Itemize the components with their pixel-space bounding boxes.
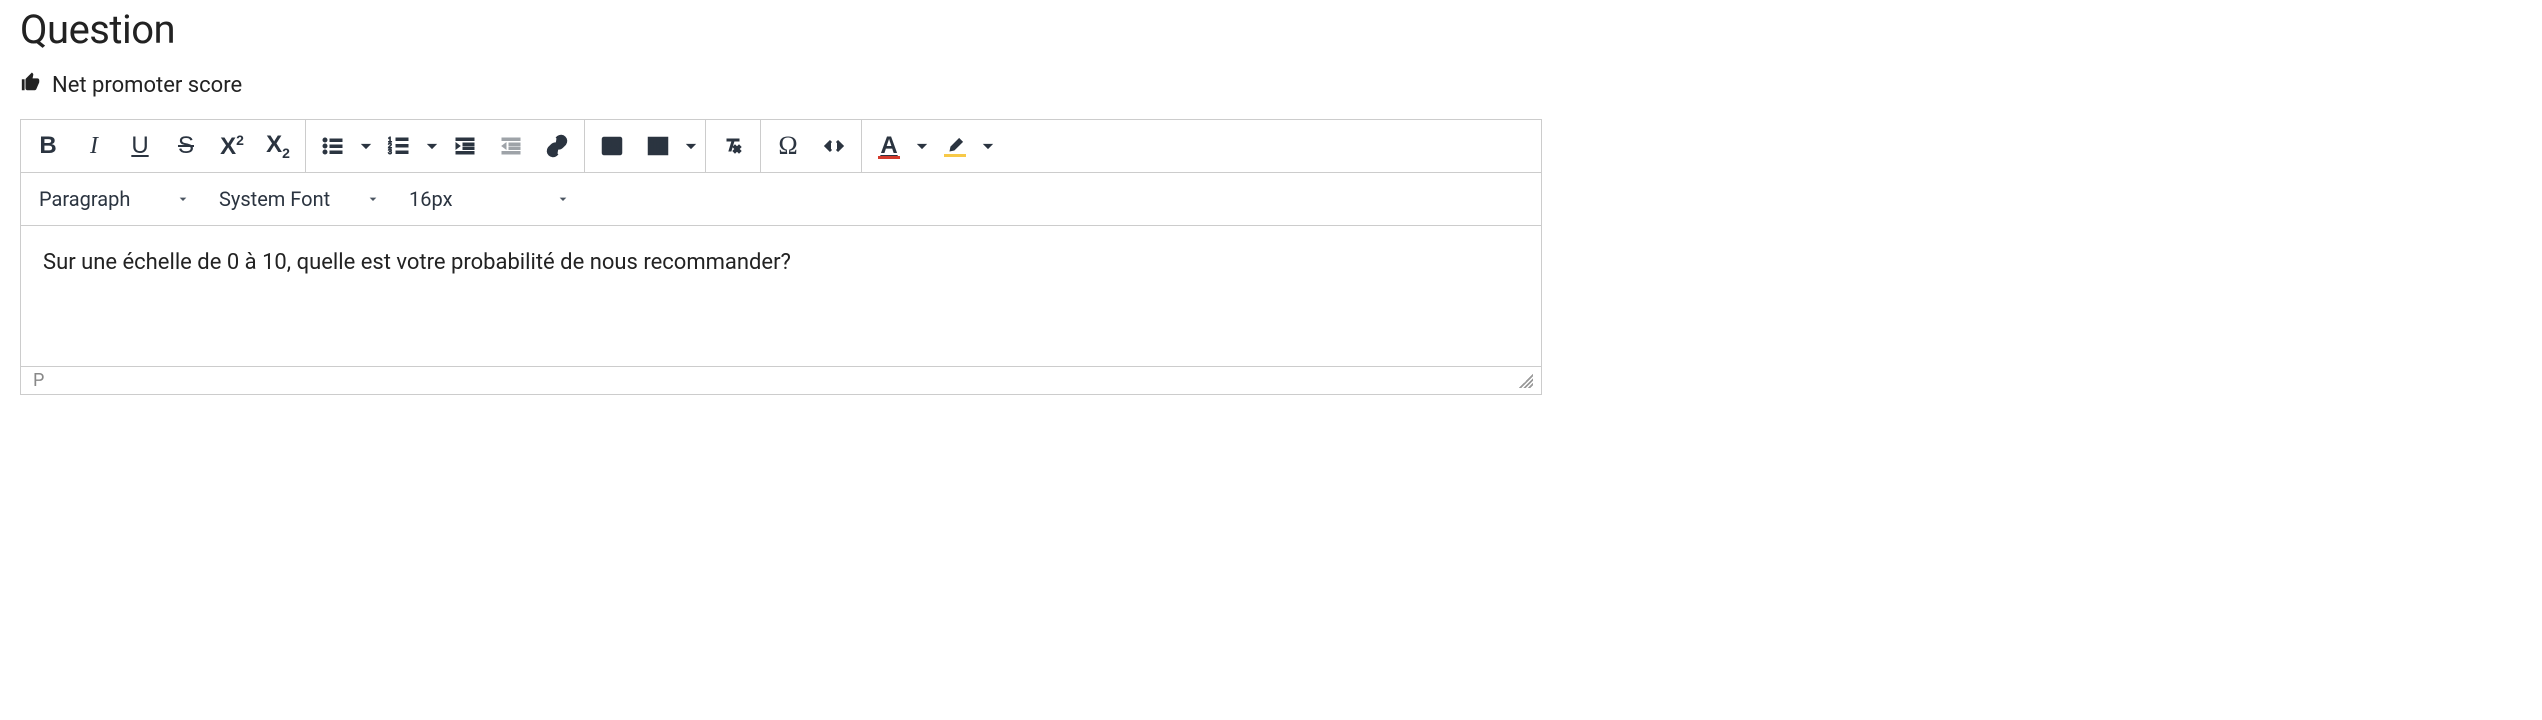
bullet-list-dropdown[interactable] <box>356 134 376 158</box>
image-button[interactable] <box>589 126 635 166</box>
statusbar: P <box>21 366 1541 394</box>
highlight-color-dropdown[interactable] <box>978 134 998 158</box>
strikethrough-button[interactable]: S <box>163 126 209 166</box>
numbered-list-dropdown[interactable] <box>422 134 442 158</box>
link-button[interactable] <box>534 126 580 166</box>
indent-button[interactable] <box>442 126 488 166</box>
editor-content[interactable]: Sur une échelle de 0 à 10, quelle est vo… <box>21 226 1541 366</box>
special-character-button[interactable]: Ω <box>765 126 811 166</box>
text-color-button[interactable]: A <box>866 126 912 166</box>
superscript-button[interactable]: X2 <box>209 126 255 166</box>
highlight-color-swatch <box>944 154 966 157</box>
page-title: Question <box>20 6 2522 53</box>
question-type-label: Net promoter score <box>52 73 242 98</box>
outdent-button[interactable] <box>488 126 534 166</box>
numbered-list-button[interactable]: 123 <box>376 126 422 166</box>
element-path[interactable]: P <box>33 370 44 391</box>
toolbar-row-1: B I U S X2 X2 123 <box>21 120 1541 173</box>
italic-button[interactable]: I <box>71 126 117 166</box>
table-dropdown[interactable] <box>681 134 701 158</box>
svg-text:3: 3 <box>388 149 392 156</box>
text-color-dropdown[interactable] <box>912 134 932 158</box>
toolbar-row-2: Paragraph System Font 16px <box>21 173 1541 226</box>
rich-text-editor: B I U S X2 X2 123 <box>20 119 1542 395</box>
question-type-row: Net promoter score <box>20 71 2522 99</box>
block-format-select[interactable]: Paragraph <box>25 179 205 219</box>
table-button[interactable] <box>635 126 681 166</box>
bold-button[interactable]: B <box>25 126 71 166</box>
font-family-select[interactable]: System Font <box>205 179 395 219</box>
text-color-swatch <box>878 156 900 159</box>
highlight-color-button[interactable] <box>932 126 978 166</box>
resize-handle[interactable] <box>1519 374 1533 388</box>
clear-formatting-button[interactable] <box>710 126 756 166</box>
font-size-select[interactable]: 16px <box>395 179 585 219</box>
source-code-button[interactable] <box>811 126 857 166</box>
font-family-value: System Font <box>219 187 330 211</box>
block-format-value: Paragraph <box>39 187 130 211</box>
subscript-button[interactable]: X2 <box>255 126 301 166</box>
underline-button[interactable]: U <box>117 126 163 166</box>
bullet-list-button[interactable] <box>310 126 356 166</box>
thumbs-up-icon <box>20 71 42 99</box>
font-size-value: 16px <box>409 187 453 211</box>
